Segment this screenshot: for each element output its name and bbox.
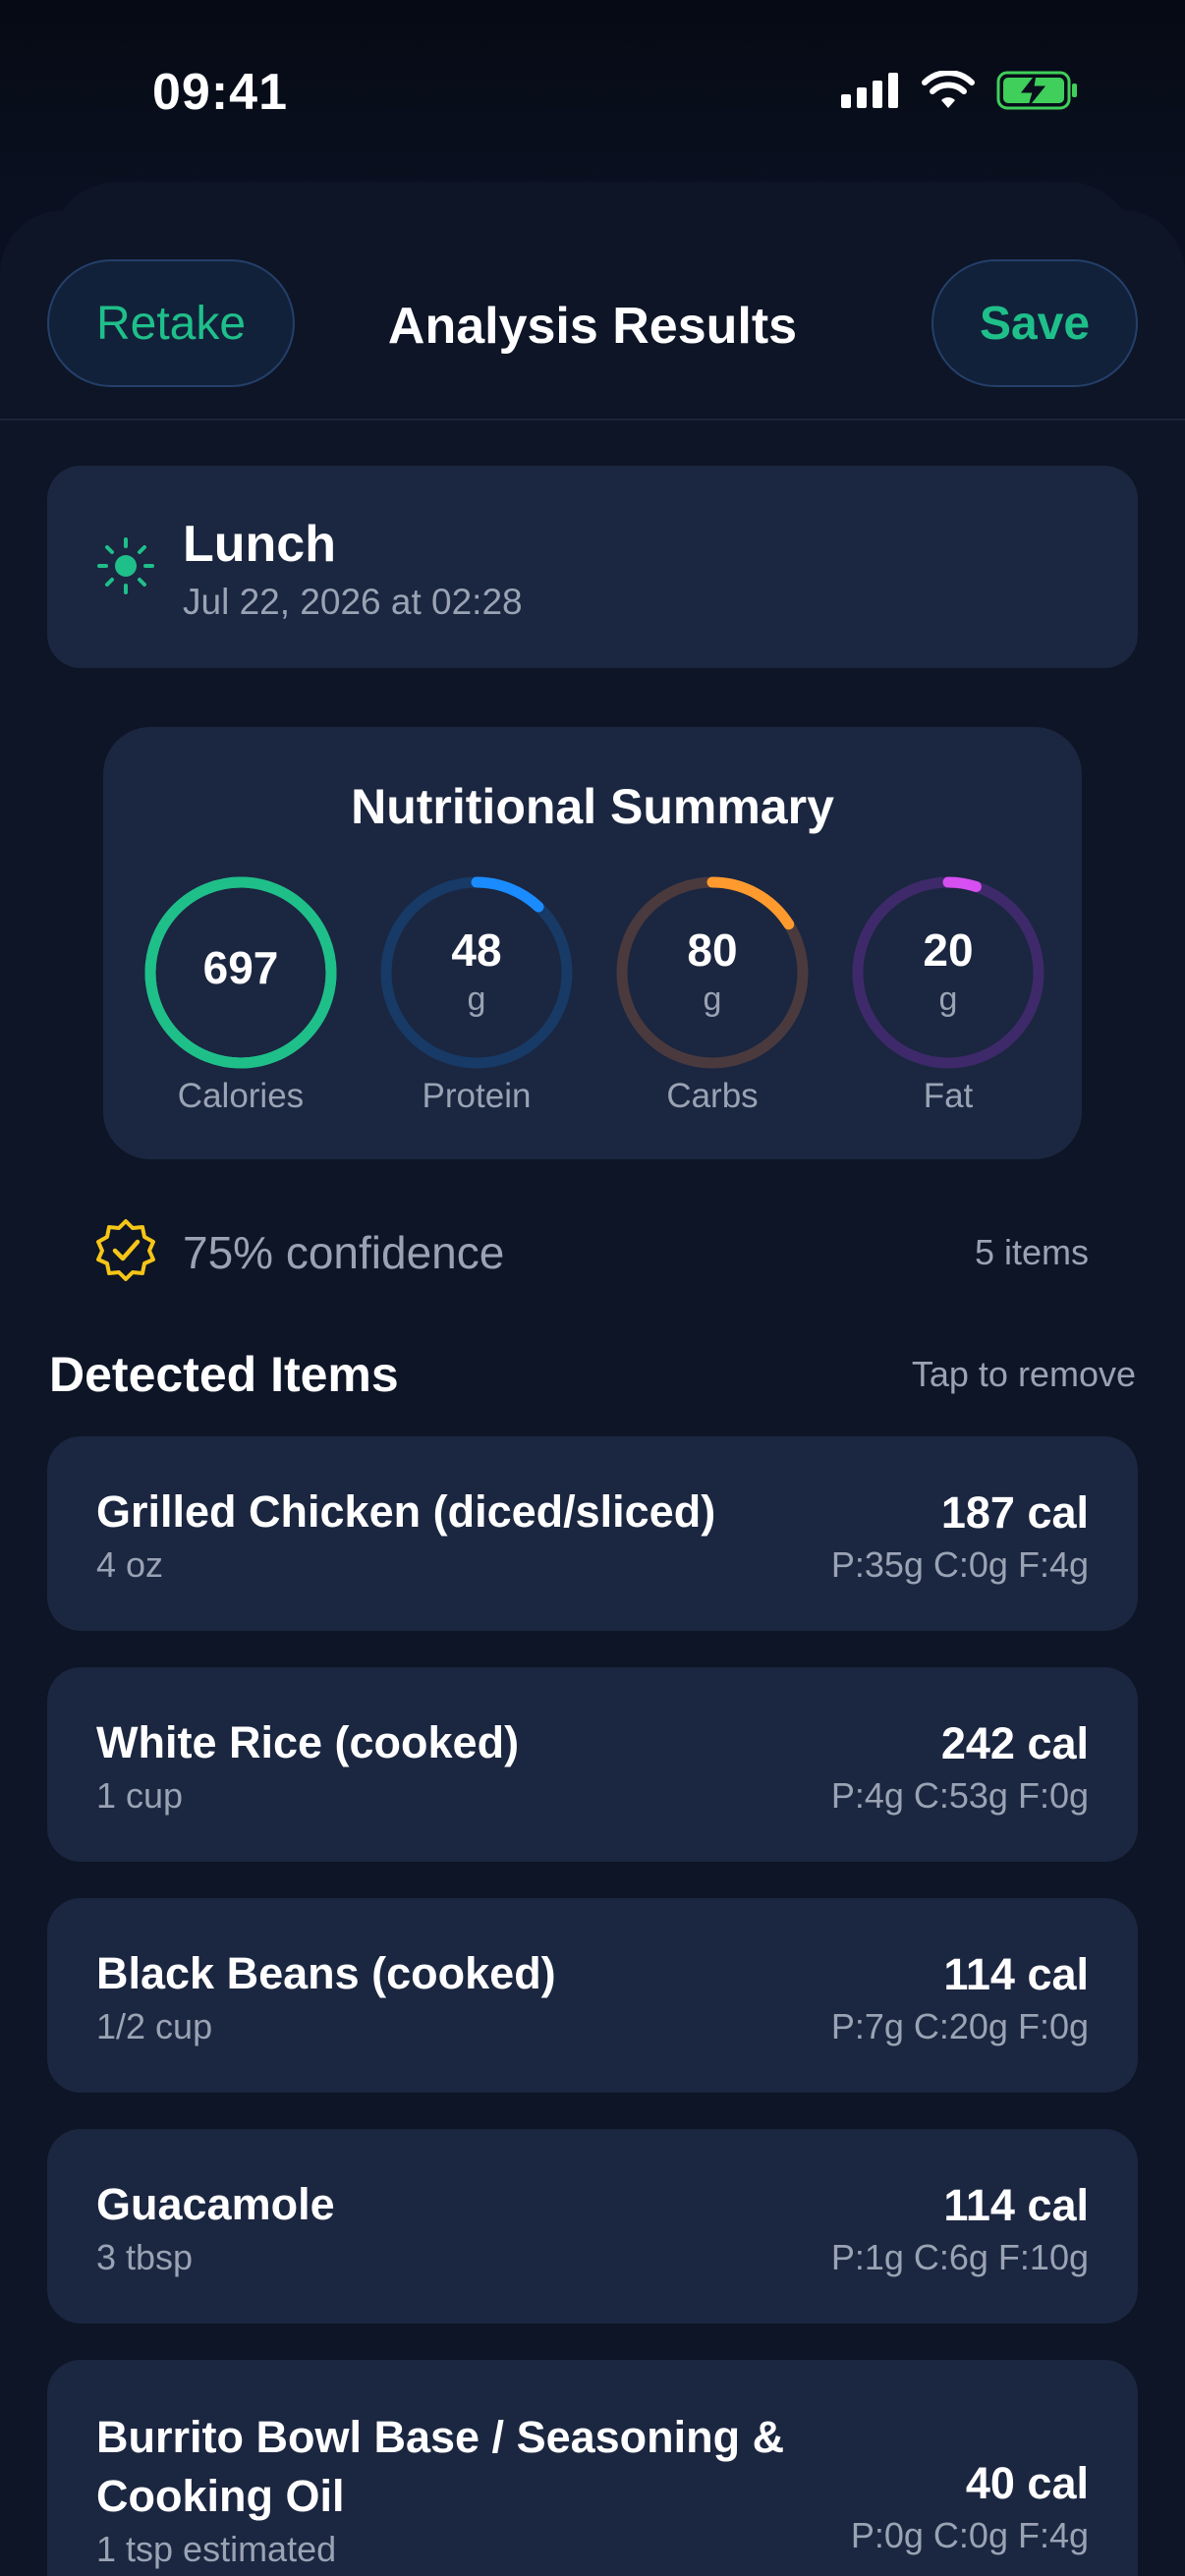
item-portion: 3 tbsp (96, 2237, 194, 2277)
carbs-label: Carbs (666, 1077, 759, 1115)
detected-item-card[interactable]: Burrito Bowl Base / Seasoning & Cooking … (47, 2360, 1138, 2576)
save-button[interactable]: Save (931, 259, 1138, 387)
status-time: 09:41 (152, 64, 288, 121)
protein-label: Protein (422, 1077, 532, 1115)
item-macros: P:1g C:6g F:10g (830, 2237, 1089, 2277)
meal-date: Jul 22, 2026 at 02:28 (183, 582, 523, 622)
confidence-text: 75% confidence (183, 1227, 505, 1278)
item-portion: 1 cup (96, 1775, 184, 1816)
detected-items-title: Detected Items (49, 1347, 399, 1402)
item-name-line-1: Burrito Bowl Base / Seasoning & (96, 2412, 785, 2462)
item-name: Grilled Chicken (diced/sliced) (96, 1486, 716, 1537)
sun-icon (97, 537, 154, 594)
meal-card[interactable]: Lunch Jul 22, 2026 at 02:28 (47, 466, 1138, 668)
protein-value: 48 (451, 924, 502, 976)
verified-badge-icon (96, 1219, 155, 1281)
item-name: Guacamole (96, 2179, 335, 2229)
carbs-unit: g (703, 980, 722, 1018)
item-calories: 187 cal (940, 1487, 1089, 1538)
protein-unit: g (467, 980, 486, 1018)
item-portion: 4 oz (96, 1544, 164, 1585)
wifi-icon (922, 71, 975, 108)
item-name: White Rice (cooked) (96, 1717, 520, 1767)
calories-ring: 697 Calories (142, 874, 339, 1120)
item-portion: 1/2 cup (96, 2006, 213, 2046)
detected-item-card[interactable]: Grilled Chicken (diced/sliced) 4 oz 187 … (47, 1436, 1138, 1631)
item-macros: P:4g C:53g F:0g (830, 1775, 1089, 1816)
battery-charging-icon (996, 71, 1077, 110)
item-calories: 114 cal (943, 2180, 1089, 2230)
item-calories: 114 cal (943, 1949, 1089, 1999)
item-portion: 1 tsp estimated (96, 2529, 337, 2569)
item-name-line-2: Cooking Oil (96, 2471, 345, 2521)
protein-ring: 48 g Protein (378, 874, 575, 1120)
item-name: Black Beans (cooked) (96, 1948, 556, 1998)
fat-label: Fat (923, 1077, 974, 1115)
summary-title: Nutritional Summary (351, 779, 834, 834)
detected-item-card[interactable]: Guacamole 3 tbsp 114 cal P:1g C:6g F:10g (47, 2129, 1138, 2324)
fat-unit: g (938, 980, 958, 1018)
carbs-ring: 80 g Carbs (614, 874, 811, 1120)
item-macros: P:7g C:20g F:0g (830, 2006, 1089, 2046)
screen: 09:41 Retake Analysis Results Save Lunch… (0, 0, 1185, 2576)
items-count: 5 items (974, 1232, 1089, 1272)
detected-item-card[interactable]: Black Beans (cooked) 1/2 cup 114 cal P:7… (47, 1898, 1138, 2093)
item-macros: P:0g C:0g F:4g (850, 2515, 1089, 2555)
detected-item-card[interactable]: White Rice (cooked) 1 cup 242 cal P:4g C… (47, 1667, 1138, 1862)
item-calories: 242 cal (940, 1718, 1089, 1768)
tap-to-remove-hint: Tap to remove (911, 1354, 1136, 1394)
fat-ring: 20 g Fat (850, 874, 1046, 1120)
carbs-value: 80 (687, 924, 738, 976)
nutritional-summary-card: Nutritional Summary 697 Calories 48 g Pr… (103, 727, 1082, 1159)
cellular-signal-icon (841, 73, 898, 108)
meal-name: Lunch (183, 516, 336, 573)
calories-label: Calories (177, 1077, 305, 1115)
fat-value: 20 (923, 924, 974, 976)
status-icons (841, 71, 1079, 110)
navigation-bar: Retake Analysis Results Save (0, 210, 1185, 420)
calories-value: 697 (202, 942, 279, 993)
item-calories: 40 cal (965, 2458, 1089, 2508)
status-bar: 09:41 (0, 0, 1185, 187)
item-macros: P:35g C:0g F:4g (830, 1544, 1089, 1585)
